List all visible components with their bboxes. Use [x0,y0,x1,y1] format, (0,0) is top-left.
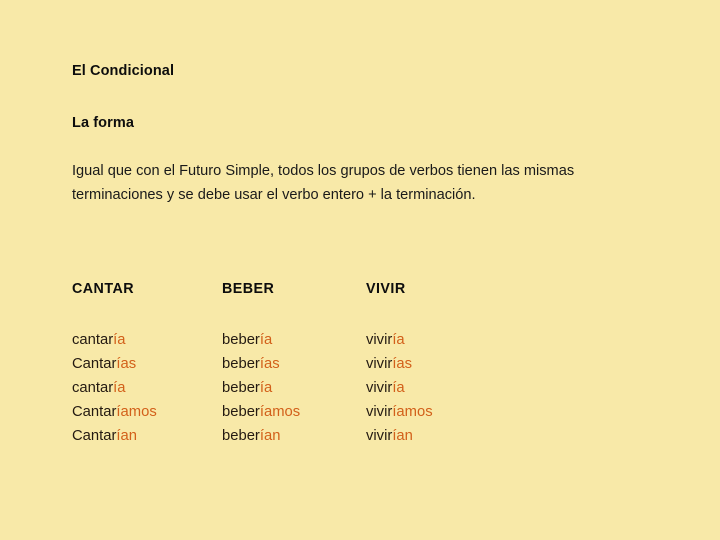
verb-ending: íamos [259,403,301,420]
verb-ending: íamos [116,403,157,420]
verb-form-row: bebería [222,329,300,353]
column-header-beber: BEBER [222,281,275,297]
verb-form-row: cantaría [72,377,157,401]
verb-form-list-cantar: cantaría Cantarías cantaría Cantaríamos … [72,329,157,449]
verb-form-list-beber: bebería beberías bebería beberíamos bebe… [222,329,300,449]
verb-stem: beber [222,332,260,348]
verb-form-row: cantaría [72,329,157,353]
verb-stem: beber [222,403,260,420]
verb-stem: beber [222,427,260,444]
verb-stem: vivir [366,379,393,396]
verb-form-row: viviríamos [366,401,433,425]
verb-stem: beber [222,379,260,396]
verb-ending: ías [116,355,137,372]
verb-form-row: Cantaríamos [72,401,157,425]
verb-ending: ía [113,332,126,348]
column-header-cantar: CANTAR [72,281,134,297]
verb-stem: cantar [72,379,114,396]
verb-form-list-vivir: viviría vivirías viviría viviríamos vivi… [366,329,433,449]
verb-stem: Cantar [72,427,117,444]
column-header-vivir: VIVIR [366,281,406,297]
verb-form-row: bebería [222,377,300,401]
verb-ending: ías [392,355,413,372]
verb-form-row: beberías [222,353,300,377]
conjugation-column-beber: BEBER bebería beberías bebería beberíamo… [222,281,300,449]
verb-ending: íamos [392,403,433,420]
body-paragraph: Igual que con el Futuro Simple, todos lo… [72,163,575,203]
verb-form-row: viviría [366,377,433,401]
verb-ending: ían [392,427,413,444]
verb-form-row: viviría [366,329,433,353]
verb-form-row: beberían [222,425,300,449]
verb-form-row: vivirían [366,425,433,449]
verb-stem: vivir [366,355,393,372]
verb-stem: vivir [366,427,393,444]
conjugation-column-vivir: VIVIR viviría vivirías viviría viviríamo… [366,281,433,449]
verb-form-row: Cantarían [72,425,157,449]
verb-stem: beber [222,355,260,372]
verb-ending: ía [259,379,273,396]
verb-ending: ías [259,355,280,372]
verb-ending: ían [259,427,281,444]
verb-form-row: Cantarías [72,353,157,377]
verb-ending: ía [392,332,405,348]
verb-ending: ía [392,379,405,396]
verb-stem: cantar [72,332,114,348]
verb-stem: Cantar [72,355,117,372]
verb-stem: vivir [366,403,393,420]
slide-canvas: El Condicional La forma Igual que con el… [0,0,720,540]
verb-ending: ía [259,332,273,348]
verb-stem: vivir [366,332,393,348]
page-title: El Condicional [72,63,175,79]
verb-form-row: beberíamos [222,401,300,425]
conjugation-column-cantar: CANTAR cantaría Cantarías cantaría Canta… [72,281,157,449]
verb-stem: Cantar [72,403,117,420]
verb-form-row: vivirías [366,353,433,377]
verb-ending: ían [116,427,137,444]
section-subtitle: La forma [72,115,135,131]
verb-ending: ía [113,379,126,396]
